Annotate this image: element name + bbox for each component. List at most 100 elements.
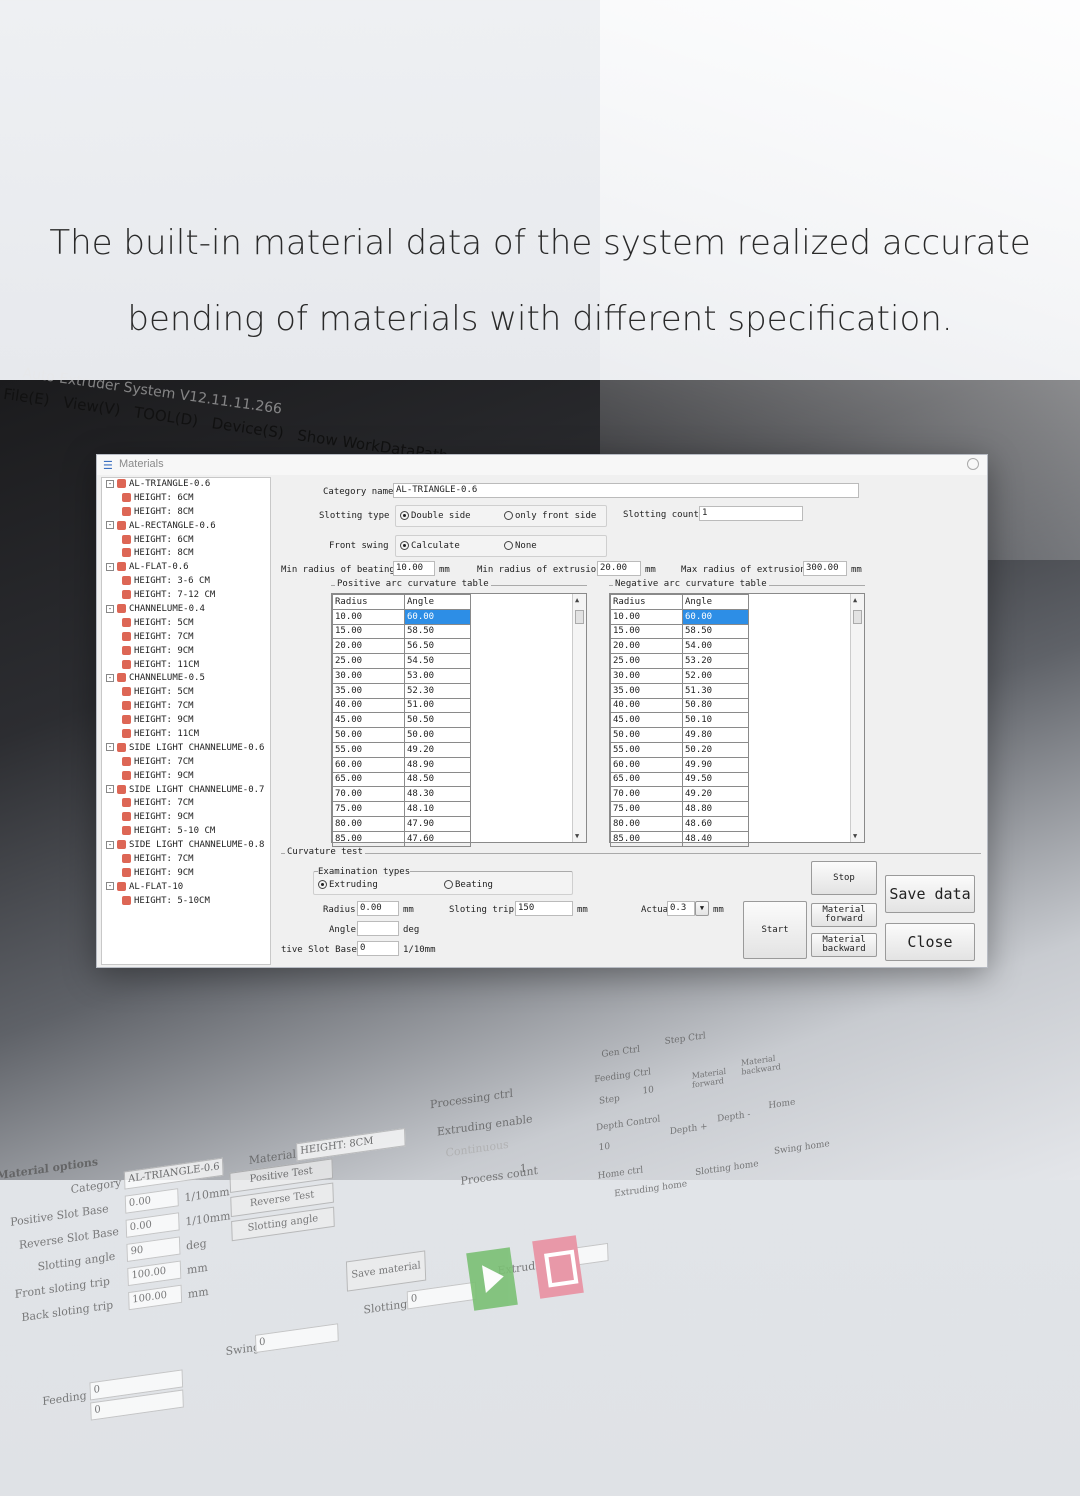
radius-cell[interactable]: 10.00 — [332, 608, 405, 625]
tree-node-parent[interactable]: - AL-TRIANGLE-0.6 — [102, 478, 270, 492]
positive-arc-table[interactable]: Radius Angle 10.00 60.00 15.00 58.50 20.00 56.5… — [331, 593, 587, 847]
table-row[interactable]: 75.00 48.80 — [610, 801, 749, 817]
material-backward-small-button[interactable]: Material backward — [741, 1054, 781, 1077]
table-row[interactable]: 40.00 51.00 — [332, 697, 471, 714]
menu-device[interactable]: Device(S) — [211, 414, 285, 442]
close-button[interactable]: Close — [885, 923, 975, 961]
tree-node-child[interactable]: HEIGHT: 7CM — [102, 631, 270, 645]
tree-node-parent[interactable]: - CHANNELUME-0.5 — [102, 672, 270, 686]
tree-node-child[interactable]: HEIGHT: 6CM — [102, 492, 270, 506]
stop-square-button[interactable] — [532, 1235, 584, 1299]
tree-node-child[interactable]: HEIGHT: 11CM — [102, 728, 270, 742]
start-button[interactable]: Start — [743, 901, 807, 959]
table-row[interactable]: 70.00 49.20 — [610, 786, 749, 803]
scroll-up-icon[interactable]: ▲ — [575, 596, 579, 604]
collapse-icon[interactable]: - — [106, 840, 114, 849]
tree-node-child[interactable]: HEIGHT: 7CM — [102, 756, 270, 770]
swing-home-button[interactable]: Swing home — [774, 1139, 830, 1157]
radius-cell[interactable]: 15.00 — [610, 623, 683, 640]
table-row[interactable]: 20.00 56.50 — [332, 638, 471, 655]
slotting-home-button[interactable]: Slotting home — [695, 1159, 759, 1178]
angle-cell[interactable]: 49.50 — [682, 771, 749, 788]
table-row[interactable]: 50.00 49.80 — [610, 727, 749, 743]
tab-step-ctrl[interactable]: Step Ctrl — [664, 1031, 705, 1047]
angle-cell[interactable]: 56.50 — [404, 638, 471, 655]
radius-cell[interactable]: 65.00 — [610, 771, 683, 788]
chevron-down-icon[interactable]: ▼ — [695, 901, 709, 916]
table-row[interactable]: 45.00 50.50 — [332, 712, 471, 729]
scroll-up-icon[interactable]: ▲ — [853, 596, 857, 604]
table-row[interactable]: 55.00 50.20 — [610, 741, 749, 758]
tree-node-child[interactable]: HEIGHT: 9CM — [102, 714, 270, 728]
angle-input[interactable] — [357, 921, 399, 936]
table-row[interactable]: 60.00 48.90 — [332, 756, 471, 773]
radius-cell[interactable]: 35.00 — [332, 682, 405, 699]
angle-cell[interactable]: 60.00 — [682, 608, 749, 625]
angle-cell[interactable]: 58.50 — [682, 623, 749, 640]
radius-cell[interactable]: 40.00 — [332, 697, 405, 714]
table-row[interactable]: 65.00 48.50 — [332, 771, 471, 788]
tree-node-child[interactable]: HEIGHT: 6CM — [102, 534, 270, 548]
radius-cell[interactable]: 25.00 — [610, 653, 683, 669]
min-radius-extrusion-input[interactable]: 20.00 — [597, 561, 641, 576]
angle-cell[interactable]: 51.30 — [682, 682, 749, 699]
tree-node-child[interactable]: HEIGHT: 8CM — [102, 506, 270, 520]
angle-cell[interactable]: 48.80 — [682, 801, 749, 817]
radius-cell[interactable]: 85.00 — [610, 830, 683, 847]
angle-cell[interactable]: 50.20 — [682, 741, 749, 758]
collapse-icon[interactable]: - — [106, 521, 114, 530]
tree-node-child[interactable]: HEIGHT: 7CM — [102, 853, 270, 867]
radius-cell[interactable]: 45.00 — [610, 712, 683, 729]
angle-cell[interactable]: 48.30 — [404, 786, 471, 803]
reverse-slot-base-input[interactable]: 0.00 — [125, 1212, 180, 1238]
angle-cell[interactable]: 48.40 — [682, 830, 749, 847]
angle-cell[interactable]: 52.30 — [404, 682, 471, 699]
menu-file[interactable]: File(E) — [2, 385, 50, 409]
table-row[interactable]: 40.00 50.80 — [610, 697, 749, 714]
radius-cell[interactable]: 85.00 — [332, 830, 405, 847]
tree-node-parent[interactable]: - SIDE LIGHT CHANNELUME-0.7 — [102, 784, 270, 798]
menu-tool[interactable]: TOOL(D) — [133, 403, 199, 430]
actual-select[interactable]: 0.3 — [667, 901, 695, 916]
swing-none-radio[interactable]: None — [504, 541, 537, 551]
scroll-thumb[interactable] — [575, 610, 584, 624]
angle-cell[interactable]: 53.20 — [682, 653, 749, 669]
table-row[interactable]: 65.00 49.50 — [610, 771, 749, 788]
swing-calculate-radio[interactable]: Calculate — [400, 541, 460, 551]
category-select[interactable]: AL-TRIANGLE-0.6 — [123, 1157, 224, 1190]
radius-cell[interactable]: 30.00 — [610, 667, 683, 684]
radius-cell[interactable]: 80.00 — [610, 815, 683, 832]
angle-cell[interactable]: 50.10 — [682, 712, 749, 729]
collapse-icon[interactable]: - — [106, 562, 114, 571]
extruding-enable-checkbox[interactable]: Extruding enable — [437, 1112, 533, 1138]
radius-cell[interactable]: 55.00 — [610, 741, 683, 758]
table-row[interactable]: 15.00 58.50 — [610, 623, 749, 640]
radius-cell[interactable]: 50.00 — [332, 727, 405, 743]
angle-cell[interactable]: 48.10 — [404, 801, 471, 817]
table-row[interactable]: 25.00 54.50 — [332, 653, 471, 669]
tree-node-parent[interactable]: - AL-FLAT-10 — [102, 881, 270, 895]
radius-cell[interactable]: 35.00 — [610, 682, 683, 699]
radius-cell[interactable]: 70.00 — [332, 786, 405, 803]
slot-double-side-radio[interactable]: Double side — [400, 511, 471, 521]
tree-node-child[interactable]: HEIGHT: 9CM — [102, 645, 270, 659]
table-row[interactable]: 85.00 47.60 — [332, 830, 471, 847]
scroll-down-icon[interactable]: ▼ — [575, 832, 579, 840]
step-checkbox[interactable]: Step — [599, 1094, 620, 1107]
slot-front-side-radio[interactable]: only front side — [504, 511, 596, 521]
menu-view[interactable]: View(V) — [62, 393, 122, 419]
collapse-icon[interactable]: - — [106, 785, 114, 794]
scroll-down-icon[interactable]: ▼ — [853, 832, 857, 840]
radius-cell[interactable]: 75.00 — [332, 801, 405, 817]
slot-base-input[interactable]: 0 — [357, 941, 399, 956]
collapse-icon[interactable]: - — [106, 743, 114, 752]
radius-cell[interactable]: 45.00 — [332, 712, 405, 729]
radius-cell[interactable]: 60.00 — [610, 756, 683, 773]
collapse-icon[interactable]: - — [106, 604, 114, 613]
radius-cell[interactable]: 15.00 — [332, 623, 405, 640]
tree-node-parent[interactable]: - SIDE LIGHT CHANNELUME-0.6 — [102, 742, 270, 756]
radius-cell[interactable]: 20.00 — [332, 638, 405, 655]
radius-cell[interactable]: 80.00 — [332, 815, 405, 832]
radius-cell[interactable]: 55.00 — [332, 741, 405, 758]
tree-node-child[interactable]: HEIGHT: 8CM — [102, 547, 270, 561]
